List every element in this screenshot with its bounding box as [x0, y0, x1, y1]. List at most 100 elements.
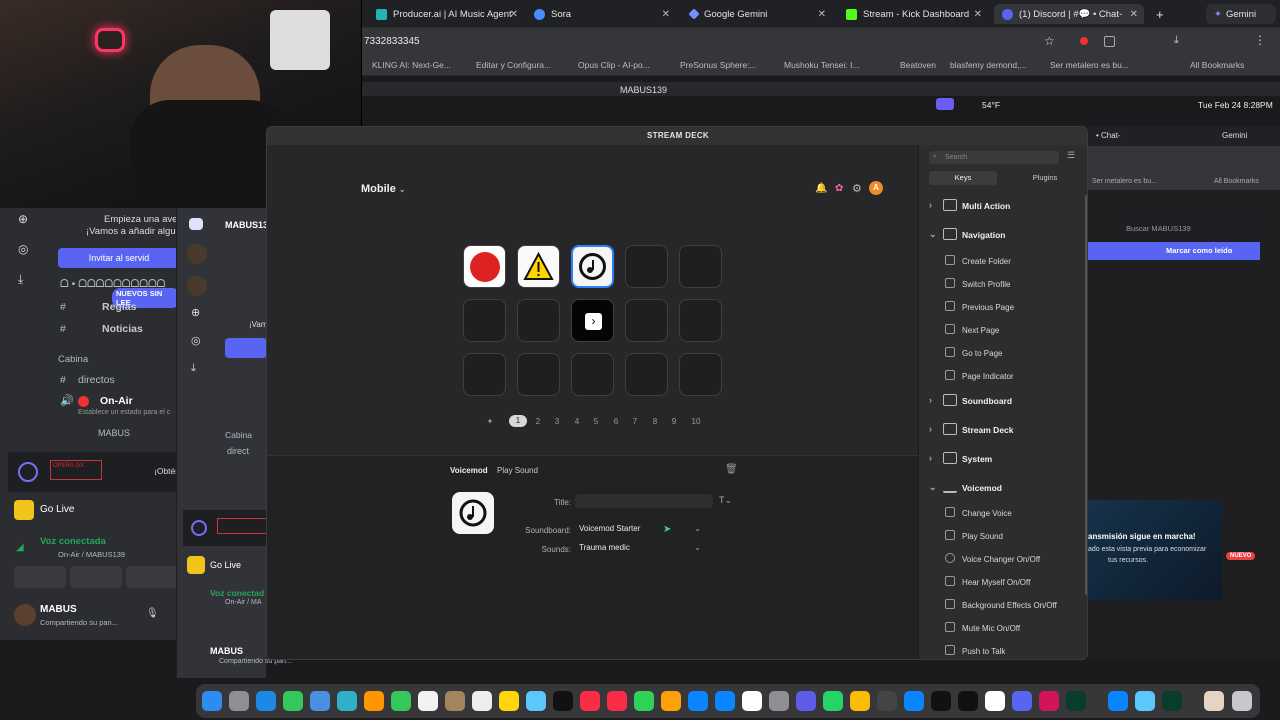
tab-chat[interactable]: • Chat-	[1096, 131, 1121, 140]
channel-item[interactable]: Reglas	[102, 301, 136, 313]
action-background-effects-toggle[interactable]: Background Effects On/Off	[919, 595, 1087, 615]
close-icon[interactable]: ✕	[818, 9, 826, 20]
microphone-icon[interactable]: 🎙	[146, 608, 159, 619]
bookmark[interactable]: Ser metalero es bu...	[1050, 60, 1129, 70]
key-empty[interactable]	[571, 353, 614, 396]
go-live-button[interactable]: Go Live	[40, 504, 74, 515]
download-icon[interactable]: ⤓	[18, 272, 23, 287]
voice-channel[interactable]: On-Air	[100, 395, 133, 407]
screen-share-icon[interactable]	[936, 98, 954, 110]
page-9[interactable]: 9	[667, 417, 681, 426]
bookmark[interactable]: PreSonus Sphere:...	[680, 60, 757, 70]
download-icon[interactable]: ⤓	[191, 362, 196, 375]
page-8[interactable]: 8	[648, 417, 662, 426]
tv-icon[interactable]	[553, 691, 573, 711]
close-icon[interactable]: ✕	[662, 9, 670, 20]
music-icon[interactable]	[580, 691, 600, 711]
bookmark[interactable]: Ser metalero es bu...	[1092, 178, 1157, 185]
extension-icon[interactable]	[1080, 37, 1088, 45]
page-7[interactable]: 7	[628, 417, 642, 426]
menu-icon[interactable]: ⋮	[1254, 33, 1266, 47]
go-live-button[interactable]: Go Live	[210, 560, 241, 570]
category-system[interactable]: › System	[919, 448, 1087, 470]
voicemod-icon[interactable]	[1066, 691, 1086, 711]
app-icon[interactable]	[904, 691, 924, 711]
store-icon[interactable]: ✿	[835, 183, 843, 194]
activities-button[interactable]	[126, 566, 178, 588]
opera-banner[interactable]: OPERA GX ¡Obtén	[8, 452, 180, 492]
safari-icon[interactable]	[256, 691, 276, 711]
clock[interactable]: Tue Feb 24 8:28PM	[1198, 100, 1273, 110]
search-input[interactable]: ⌕ Search	[929, 151, 1059, 164]
page-5[interactable]: 5	[589, 417, 603, 426]
server-icon[interactable]	[187, 244, 207, 264]
download-icon[interactable]: ⤓	[1174, 34, 1179, 47]
freeform-icon[interactable]	[526, 691, 546, 711]
all-bookmarks[interactable]: All Bookmarks	[1214, 178, 1259, 185]
chrome-icon[interactable]	[850, 691, 870, 711]
tab-plugins[interactable]: Plugins	[1015, 171, 1075, 185]
soundboard-select[interactable]: Voicemod Starter ⌄	[575, 522, 705, 536]
channel-item[interactable]: directos	[78, 374, 115, 386]
address-input[interactable]: 7332833345	[364, 36, 420, 47]
category-header[interactable]: Cabina	[58, 354, 88, 365]
bookmark[interactable]: Beatoven	[900, 60, 936, 70]
action-mute-mic-toggle[interactable]: Mute Mic On/Off	[919, 618, 1087, 638]
new-tab-button[interactable]: +	[1148, 4, 1172, 24]
explore-icon[interactable]: ◎	[18, 242, 28, 256]
category-multi-action[interactable]: › Multi Action	[919, 195, 1087, 217]
server-name[interactable]: MABUS13	[225, 220, 268, 230]
pages-icon[interactable]	[661, 691, 681, 711]
key-voicemod-play-sound[interactable]	[571, 245, 614, 288]
category-stream-deck[interactable]: › Stream Deck	[919, 419, 1087, 441]
action-go-to-page[interactable]: Go to Page	[919, 343, 1087, 363]
facetime-icon[interactable]	[391, 691, 411, 711]
key-empty[interactable]	[625, 353, 668, 396]
opera-banner[interactable]	[183, 510, 267, 546]
action-icon-preview[interactable]	[452, 492, 494, 534]
add-server-icon[interactable]: ⊕	[191, 306, 200, 319]
mail-icon[interactable]	[310, 691, 330, 711]
voice-path[interactable]: On-Air / MABUS139	[58, 550, 125, 559]
category-navigation[interactable]: ⌄ Navigation	[919, 224, 1087, 246]
mark-read-button[interactable]: Marcar como leído	[1088, 242, 1260, 260]
key-empty[interactable]	[463, 299, 506, 342]
key-empty[interactable]	[625, 299, 668, 342]
tab-sora[interactable]: Sora ✕	[526, 4, 676, 24]
chatgpt-icon[interactable]	[985, 691, 1005, 711]
channel-item[interactable]: direct	[227, 446, 249, 456]
page-3[interactable]: 3	[550, 417, 564, 426]
app-icon[interactable]	[1108, 691, 1128, 711]
tiktok-icon[interactable]	[931, 691, 951, 711]
discord-icon[interactable]	[1012, 691, 1032, 711]
action-switch-profile[interactable]: Switch Profile	[919, 274, 1087, 294]
sounds-select[interactable]: Trauma medic ⌄	[575, 541, 705, 555]
invite-button[interactable]	[225, 338, 267, 358]
key-empty[interactable]	[679, 299, 722, 342]
stream-preview[interactable]: ansmisión sigue en marcha! ado esta vist…	[1088, 500, 1222, 600]
screen-share-button[interactable]	[70, 566, 122, 588]
capcut-icon[interactable]	[958, 691, 978, 711]
trash-icon[interactable]	[1232, 691, 1252, 711]
bookmark[interactable]: Mushoku Tensei: I...	[784, 60, 859, 70]
star-icon[interactable]: ☆	[1044, 34, 1055, 48]
extension-icon[interactable]	[1104, 36, 1115, 47]
page-4[interactable]: 4	[570, 417, 584, 426]
action-hear-myself-toggle[interactable]: Hear Myself On/Off	[919, 572, 1087, 592]
page-6[interactable]: 6	[609, 417, 623, 426]
app-icon[interactable]	[796, 691, 816, 711]
key-empty[interactable]	[517, 299, 560, 342]
app-icon[interactable]	[1135, 691, 1155, 711]
action-create-folder[interactable]: Create Folder	[919, 251, 1087, 271]
tab-gemini[interactable]: Google Gemini ✕	[682, 4, 832, 24]
bookmark[interactable]: Opus Clip - AI-po...	[578, 60, 650, 70]
app-icon[interactable]	[1039, 691, 1059, 711]
key-empty[interactable]	[679, 245, 722, 288]
trash-icon[interactable]: 🗑	[725, 464, 738, 475]
key-empty[interactable]	[517, 353, 560, 396]
bookmark[interactable]: blasfemy demond,...	[950, 60, 1027, 70]
action-previous-page[interactable]: Previous Page	[919, 297, 1087, 317]
key-oroberia[interactable]	[463, 245, 506, 288]
gemini-button[interactable]: Gemini	[1222, 131, 1247, 140]
key-next-page[interactable]: ›	[571, 299, 614, 342]
